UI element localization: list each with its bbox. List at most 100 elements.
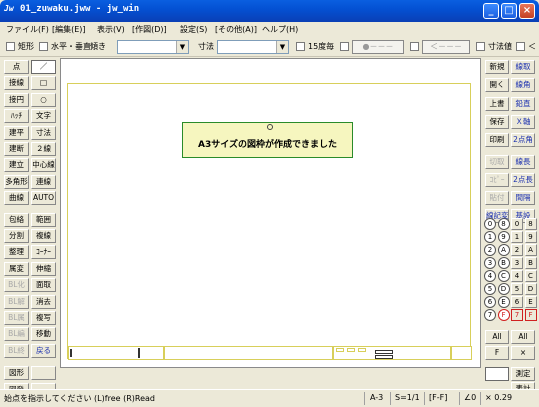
layer-group-button[interactable]: D bbox=[497, 283, 510, 295]
tool-button[interactable]: 曲線 bbox=[4, 191, 29, 206]
tool-button[interactable]: 線角 bbox=[511, 78, 535, 93]
lt-checkbox[interactable] bbox=[516, 42, 525, 51]
rect-checkbox[interactable] bbox=[6, 42, 15, 51]
menu-help[interactable]: ヘルプ(H) bbox=[262, 24, 298, 35]
tool-button[interactable]: 建立 bbox=[4, 158, 29, 173]
minimize-button[interactable]: _ bbox=[483, 3, 499, 19]
tool-button[interactable]: 鉛直 bbox=[511, 96, 535, 111]
layer-all-button[interactable]: All bbox=[485, 330, 509, 344]
tool-button[interactable]: 多角形 bbox=[4, 174, 29, 189]
tool-button[interactable]: ｺｰﾅｰ bbox=[31, 245, 56, 260]
tool-button[interactable]: 点 bbox=[4, 60, 29, 74]
layer-x-button[interactable]: × bbox=[511, 346, 535, 360]
layer-group-button[interactable]: 8 bbox=[497, 218, 510, 230]
layer-group-button[interactable]: 5 bbox=[484, 283, 496, 295]
tool-button[interactable]: 2点角 bbox=[511, 133, 535, 148]
layer-group-button[interactable]: 3 bbox=[484, 257, 496, 269]
hv-checkbox[interactable] bbox=[39, 42, 48, 51]
close-button[interactable]: × bbox=[519, 3, 535, 19]
layer-all-button[interactable]: All bbox=[511, 330, 535, 344]
layer-button[interactable]: 2 bbox=[511, 244, 523, 256]
linetype-button[interactable] bbox=[485, 367, 509, 381]
layer-group-button[interactable]: 6 bbox=[484, 296, 496, 308]
layer-button[interactable]: 3 bbox=[511, 257, 523, 269]
tool-button[interactable]: BL解 bbox=[4, 294, 29, 309]
size-select[interactable]: ▼ bbox=[217, 40, 289, 54]
measure-button[interactable]: 測定 bbox=[511, 367, 535, 381]
layer-button[interactable]: 9 bbox=[524, 231, 537, 243]
tool-button[interactable]: 整理 bbox=[4, 245, 29, 260]
layer-button[interactable]: 7 bbox=[511, 309, 523, 321]
tool-button[interactable]: 面取 bbox=[31, 278, 56, 293]
tool-button[interactable]: 上書 bbox=[485, 96, 509, 111]
btn2-checkbox[interactable] bbox=[410, 42, 419, 51]
tool-button[interactable]: AUTO bbox=[31, 191, 56, 206]
tool-button[interactable]: BL化 bbox=[4, 278, 29, 293]
tool-button[interactable]: ﾊｯﾁ bbox=[4, 109, 29, 124]
layer-button[interactable]: 6 bbox=[511, 296, 523, 308]
layer-button[interactable]: C bbox=[524, 270, 537, 282]
tool-button[interactable]: 中心線 bbox=[31, 158, 56, 173]
tool-button[interactable]: 移動 bbox=[31, 327, 56, 342]
tool-button[interactable]: 文字 bbox=[31, 109, 56, 124]
menu-file[interactable]: ファイル(F) bbox=[6, 24, 49, 35]
tool-button[interactable]: 保存 bbox=[485, 114, 509, 129]
layer-group-button[interactable]: 1 bbox=[484, 231, 496, 243]
drawing-canvas[interactable]: A3サイズの図枠が作成できました bbox=[60, 58, 481, 368]
tool-button[interactable]: ｺﾋﾟｰ bbox=[485, 172, 509, 187]
layer-f-button[interactable]: F bbox=[485, 346, 509, 360]
layer-group-button[interactable]: E bbox=[497, 296, 510, 308]
layer-button[interactable]: B bbox=[524, 257, 537, 269]
btn1-checkbox[interactable] bbox=[340, 42, 349, 51]
tool-button[interactable]: 複線 bbox=[31, 229, 56, 243]
layer-group-button[interactable]: 9 bbox=[497, 231, 510, 243]
tool-button[interactable]: 建断 bbox=[4, 142, 29, 156]
layer-group-button[interactable]: B bbox=[497, 257, 510, 269]
tool-button[interactable]: ２線 bbox=[31, 142, 56, 156]
tool-button[interactable]: 接円 bbox=[4, 92, 29, 107]
status-angle[interactable]: ∠0 bbox=[464, 393, 476, 402]
menu-other[interactable]: [その他(A)] bbox=[215, 24, 257, 35]
tool-button[interactable]: 線取 bbox=[511, 60, 535, 74]
tool-button[interactable]: BL終 bbox=[4, 343, 29, 358]
status-zoom[interactable]: × 0.29 bbox=[485, 393, 512, 402]
layer-group-button[interactable]: 4 bbox=[484, 270, 496, 282]
layer-button[interactable]: F bbox=[524, 309, 537, 321]
tool-button[interactable]: BL属 bbox=[4, 311, 29, 325]
menu-view[interactable]: 表示(V) bbox=[97, 24, 125, 35]
layer-button[interactable]: D bbox=[524, 283, 537, 295]
layer-group-button[interactable]: F bbox=[497, 309, 510, 321]
tilt-select[interactable]: ▼ bbox=[117, 40, 189, 54]
tool-button[interactable]: 線長 bbox=[511, 154, 535, 169]
tool-button[interactable]: 開く bbox=[485, 78, 509, 93]
tool-button[interactable]: 消去 bbox=[31, 294, 56, 309]
layer-group-button[interactable]: C bbox=[497, 270, 510, 282]
menu-edit[interactable]: [編集(E)] bbox=[52, 24, 86, 35]
tool-button[interactable]: ／ bbox=[31, 60, 56, 74]
tool-button[interactable]: 間隔 bbox=[511, 191, 535, 206]
tool-button[interactable]: ○ bbox=[31, 92, 56, 107]
tool-button[interactable]: 属変 bbox=[4, 261, 29, 276]
tool-button[interactable]: 印刷 bbox=[485, 133, 509, 148]
status-scale[interactable]: S=1/1 bbox=[395, 393, 420, 402]
tool-button[interactable]: 範囲 bbox=[31, 212, 56, 227]
layer-button[interactable]: 1 bbox=[511, 231, 523, 243]
tool-button[interactable]: 伸縮 bbox=[31, 261, 56, 276]
tool-button[interactable]: 建平 bbox=[4, 125, 29, 140]
layer-group-button[interactable]: 7 bbox=[484, 309, 496, 321]
layer-button[interactable]: 0 bbox=[511, 218, 523, 230]
line-end-button[interactable]: ＜－－－ bbox=[422, 40, 470, 54]
menu-settings[interactable]: 設定(S) bbox=[180, 24, 207, 35]
tool-button[interactable]: 分割 bbox=[4, 229, 29, 243]
line-start-button[interactable]: ●－－－ bbox=[352, 40, 404, 54]
layer-button[interactable]: 8 bbox=[524, 218, 537, 230]
tool-button[interactable]: 新規 bbox=[485, 60, 509, 74]
layer-button[interactable]: 4 bbox=[511, 270, 523, 282]
tool-button[interactable]: 包絡 bbox=[4, 212, 29, 227]
layer-group-button[interactable]: 0 bbox=[484, 218, 496, 230]
menu-draw[interactable]: [作図(D)] bbox=[132, 24, 167, 35]
layer-button[interactable]: E bbox=[524, 296, 537, 308]
tool-button[interactable]: 戻る bbox=[31, 343, 56, 358]
sizeval-checkbox[interactable] bbox=[476, 42, 485, 51]
tool-button[interactable]: BL編 bbox=[4, 327, 29, 342]
